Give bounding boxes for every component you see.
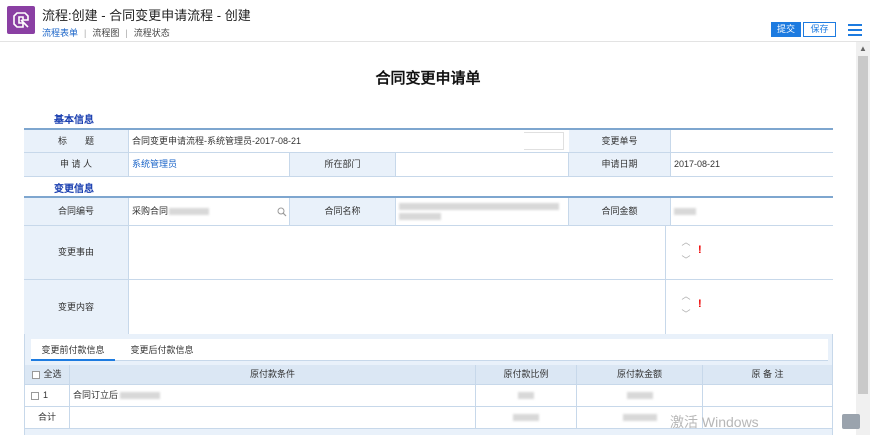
table-row: 标 题 合同变更申请流程-系统管理员-2017-08-21 变更单号	[24, 130, 833, 153]
search-icon[interactable]	[277, 207, 287, 217]
applicant-value[interactable]: 系统管理员	[129, 153, 290, 176]
col-header: 原付款比例	[476, 365, 577, 384]
save-button[interactable]: 保存	[803, 22, 836, 37]
table-row: 变更内容 ︿ ﹀ !	[24, 280, 833, 335]
submit-button[interactable]: 提交	[771, 22, 801, 37]
page-title: 流程:创建 - 合同变更申请流程 - 创建	[42, 8, 251, 23]
table-row: 申 请 人 系统管理员 所在部门 申请日期 2017-08-21	[24, 153, 833, 177]
change-no-field[interactable]	[671, 130, 833, 152]
table-row: 全选 原付款条件 原付款比例 原付款金额 原 备 注	[25, 365, 832, 385]
workflow-logo-icon	[7, 6, 35, 34]
payment-tabbar: 变更前付款信息 变更后付款信息	[31, 339, 828, 361]
app-header: 流程:创建 - 合同变更申请流程 - 创建 流程表单 | 流程图 | 流程状态 提交 保…	[0, 0, 870, 42]
scroll-up-icon[interactable]: ︿	[681, 290, 691, 302]
total-ratio	[476, 407, 577, 428]
required-mark: !	[698, 244, 702, 256]
row-checkbox[interactable]	[31, 391, 39, 400]
content-label: 变更内容	[24, 280, 129, 334]
amount-cell[interactable]	[577, 385, 703, 406]
header-tabs: 流程表单 | 流程图 | 流程状态	[42, 26, 170, 39]
subject-label: 标 题	[24, 130, 129, 152]
condition-cell[interactable]: 合同订立后	[70, 385, 476, 406]
remark-cell[interactable]	[703, 385, 832, 406]
change-info-table: 合同编号 采购合同 合同名称 合同金额 变更事由 ︿ ﹀ ! 变更内容 ︿ ﹀ …	[24, 196, 833, 335]
date-label: 申请日期	[569, 153, 671, 176]
form-title: 合同变更申请单	[375, 70, 481, 87]
select-all-cell: 全选	[25, 365, 70, 384]
table-row: 合同编号 采购合同 合同名称 合同金额	[24, 198, 833, 226]
dept-label: 所在部门	[290, 153, 396, 176]
required-mark: !	[698, 298, 702, 310]
scroll-up-icon[interactable]: ︿	[681, 236, 691, 248]
scroll-down-icon[interactable]: ﹀	[681, 308, 691, 320]
contract-no-field[interactable]: 采购合同	[129, 198, 290, 225]
vertical-scrollbar[interactable]: ▲	[856, 42, 870, 435]
ratio-cell[interactable]	[476, 385, 577, 406]
subject-field[interactable]: 合同变更申请流程-系统管理员-2017-08-21	[129, 130, 569, 152]
contract-amount-value	[671, 198, 833, 225]
basic-info-heading: 基本信息	[54, 115, 94, 126]
contract-name-label: 合同名称	[290, 198, 396, 225]
reason-textarea[interactable]	[129, 226, 666, 279]
tab-form[interactable]: 流程表单	[42, 26, 78, 39]
col-header: 原 备 注	[751, 369, 784, 379]
chat-icon[interactable]	[842, 414, 860, 429]
change-no-label: 变更单号	[569, 130, 671, 152]
date-value: 2017-08-21	[671, 153, 833, 176]
contract-amount-label: 合同金额	[569, 198, 671, 225]
table-row: 变更事由 ︿ ﹀ !	[24, 226, 833, 280]
content-textarea[interactable]	[129, 280, 666, 334]
tab-flowchart[interactable]: 流程图	[92, 26, 119, 39]
scrollbar-thumb[interactable]	[858, 56, 868, 394]
basic-info-table: 标 题 合同变更申请流程-系统管理员-2017-08-21 变更单号 申 请 人…	[24, 128, 833, 177]
scroll-up-arrow-icon[interactable]: ▲	[856, 42, 870, 56]
tab-payment-after[interactable]: 变更后付款信息	[117, 339, 207, 361]
reason-label: 变更事由	[24, 226, 129, 279]
applicant-label: 申 请 人	[24, 153, 129, 176]
table-row: 1 合同订立后	[25, 385, 832, 407]
scroll-down-icon[interactable]: ﹀	[681, 254, 691, 266]
contract-no-label: 合同编号	[24, 198, 129, 225]
windows-activation-watermark: 激活 Windows	[670, 414, 759, 430]
menu-icon[interactable]	[848, 24, 862, 36]
dept-field[interactable]	[396, 153, 569, 176]
col-header: 原付款金额	[577, 365, 703, 384]
change-info-heading: 变更信息	[54, 184, 94, 195]
tab-payment-before[interactable]: 变更前付款信息	[31, 339, 115, 361]
row-select-cell: 1	[25, 385, 70, 406]
total-label: 合计	[25, 407, 70, 428]
contract-name-value	[396, 198, 569, 225]
col-header: 原付款条件	[70, 365, 476, 384]
select-all-checkbox[interactable]	[32, 370, 41, 379]
tab-status[interactable]: 流程状态	[134, 26, 170, 39]
